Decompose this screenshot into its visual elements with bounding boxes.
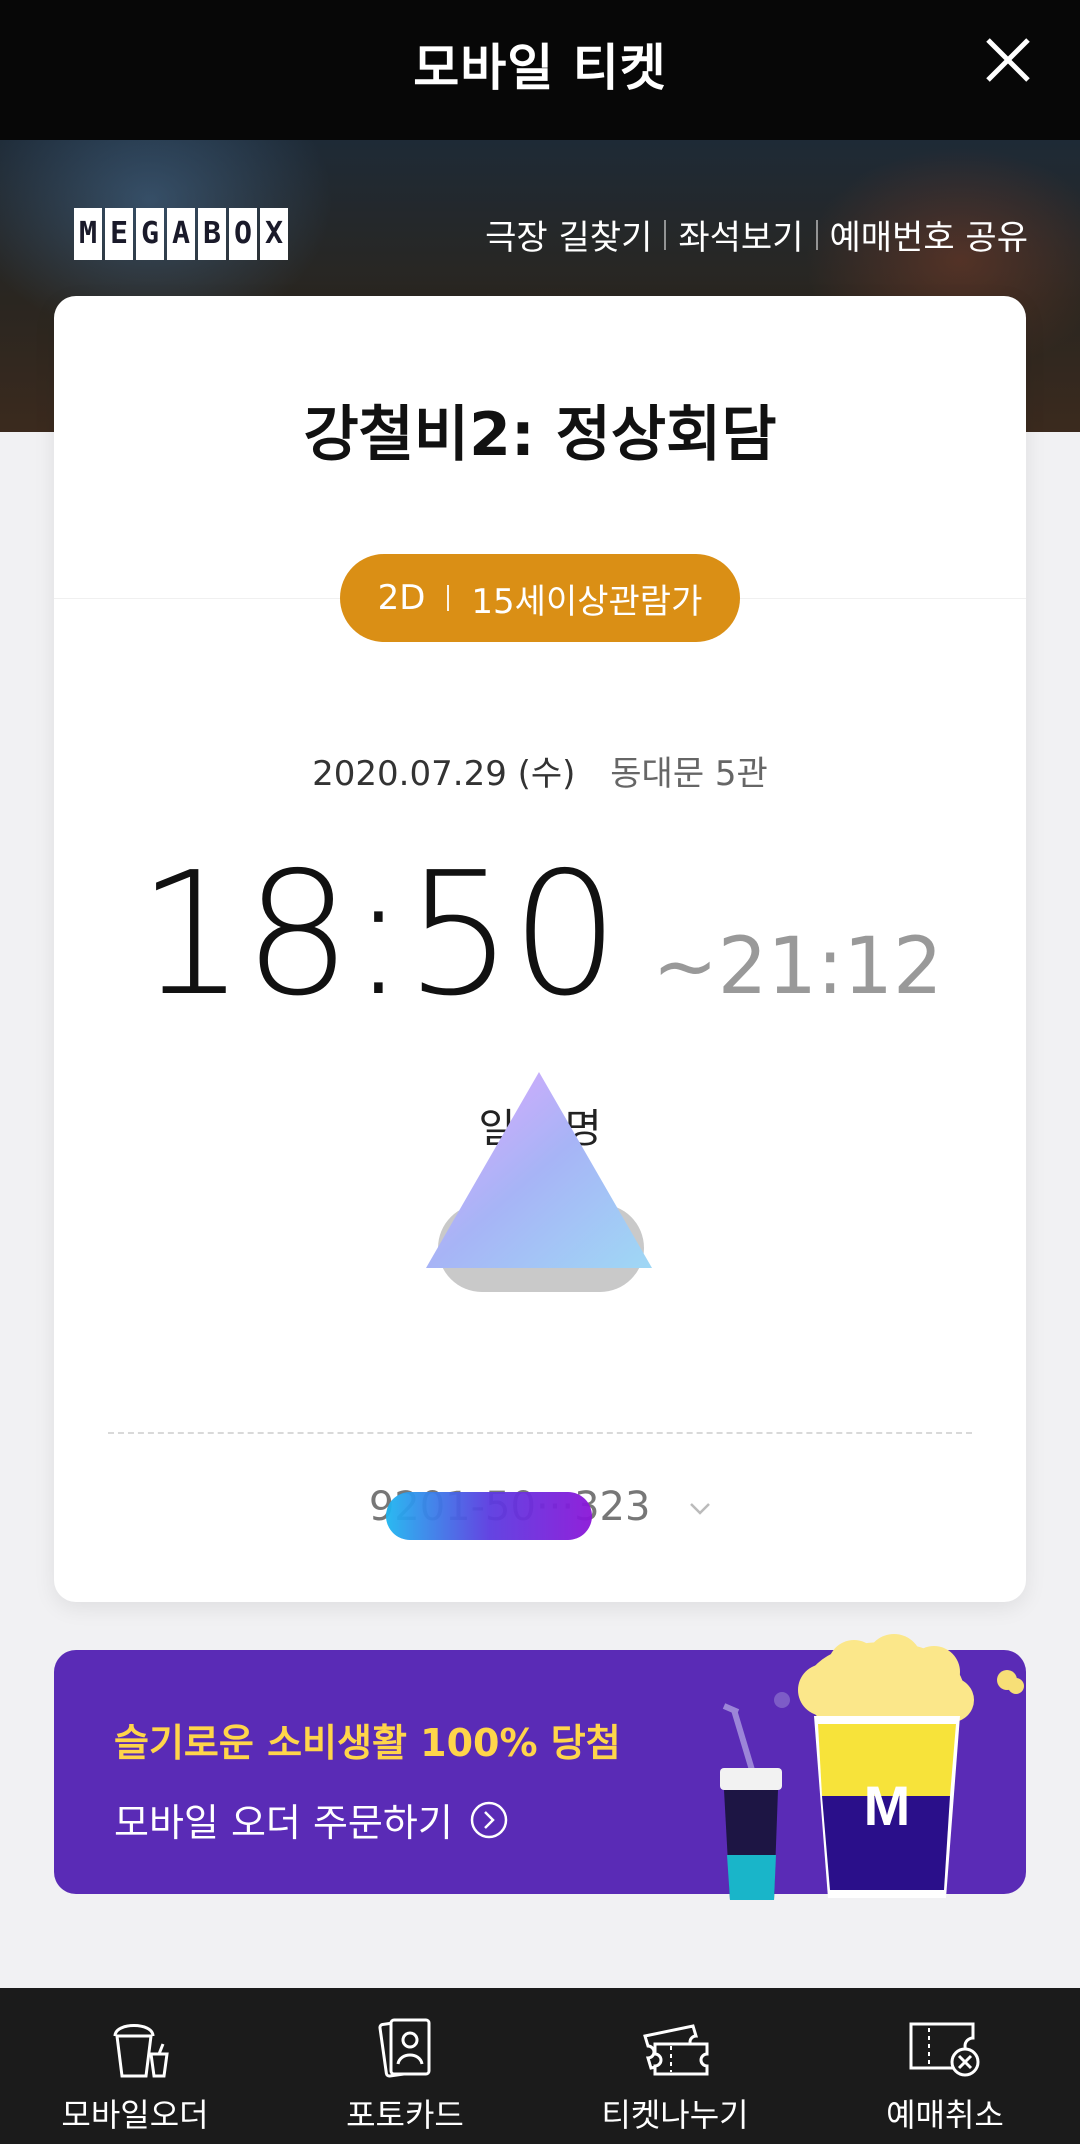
- ticket-share-icon: [643, 2024, 709, 2076]
- dashed-divider: [108, 1432, 972, 1434]
- mobile-order-banner[interactable]: 슬기로운 소비생활 100% 당첨 모바일 오더 주문하기 M: [54, 1634, 1026, 1900]
- page-title: 모바일 티켓: [413, 39, 667, 97]
- logo-letter: O: [229, 208, 257, 260]
- show-date: 2020.07.29 (수): [312, 754, 576, 794]
- promo-cta[interactable]: 모바일 오더 주문하기: [114, 1792, 509, 1847]
- nav-label: 모바일오더: [61, 2096, 209, 2134]
- movie-title: 강철비2: 정상회담: [303, 400, 777, 470]
- divider: [447, 585, 450, 611]
- arrow-circle-icon: [470, 1801, 508, 1838]
- promo-headline: 슬기로운 소비생활 100% 당첨: [114, 1721, 621, 1765]
- logo-letter: X: [260, 208, 288, 260]
- nav-label: 포토카드: [346, 2096, 464, 2134]
- photo-card-icon: [378, 2018, 431, 2078]
- logo-letter: E: [105, 208, 133, 260]
- chevron-down-icon: [690, 1503, 711, 1515]
- format-label: 2D: [377, 578, 426, 618]
- logo-letter: B: [198, 208, 226, 260]
- share-booking-link[interactable]: 예매번호 공유: [830, 210, 1029, 259]
- nav-label: 예매취소: [886, 2096, 1004, 2134]
- theater-name: 동대문 5관: [610, 754, 768, 794]
- nav-mobile-order[interactable]: 모바일오더: [0, 1988, 270, 2144]
- end-time: ~21:12: [652, 922, 943, 1012]
- start-time: 18:50: [137, 836, 619, 1034]
- theater-directions-link[interactable]: 극장 길찾기: [485, 210, 652, 259]
- date-theater-line: 2020.07.29 (수) 동대문 5관: [54, 746, 1026, 795]
- divider: [664, 219, 667, 250]
- bottom-navigation: 모바일오더 포토카드 티켓나누기 예매취소: [0, 1988, 1080, 2144]
- top-header: 모바일 티켓: [0, 0, 1080, 140]
- showtime: 18:50 ~21:12: [54, 836, 1026, 1034]
- divider: [815, 219, 818, 250]
- logo-letter: M: [74, 208, 102, 260]
- popcorn-drink-illustration: M: [720, 1634, 1024, 1900]
- hero-links: 극장 길찾기 좌석보기 예매번호 공유: [485, 210, 1028, 259]
- redaction-mark: [426, 1072, 652, 1268]
- promo-cta-label: 모바일 오더 주문하기: [114, 1801, 453, 1845]
- nav-cancel-booking[interactable]: 예매취소: [810, 1988, 1080, 2144]
- nav-label: 티켓나누기: [601, 2096, 749, 2134]
- cancel-ticket-icon: [909, 2022, 980, 2077]
- megabox-logo: M E G A B O X: [74, 208, 288, 260]
- redaction-bar: [386, 1492, 592, 1540]
- popcorn-icon: [113, 2024, 169, 2078]
- nav-photo-card[interactable]: 포토카드: [270, 1988, 540, 2144]
- seat-view-link[interactable]: 좌석보기: [678, 210, 803, 259]
- format-rating-badge: 2D 15세이상관람가: [340, 554, 740, 642]
- logo-letter: G: [136, 208, 164, 260]
- close-icon[interactable]: [978, 30, 1038, 90]
- nav-ticket-share[interactable]: 티켓나누기: [540, 1988, 810, 2144]
- ticket-card: 강철비2: 정상회담 2D 15세이상관람가 2020.07.29 (수) 동대…: [54, 296, 1026, 1602]
- svg-text:M: M: [864, 1774, 911, 1837]
- logo-letter: A: [167, 208, 195, 260]
- rating-label: 15세이상관람가: [471, 581, 703, 622]
